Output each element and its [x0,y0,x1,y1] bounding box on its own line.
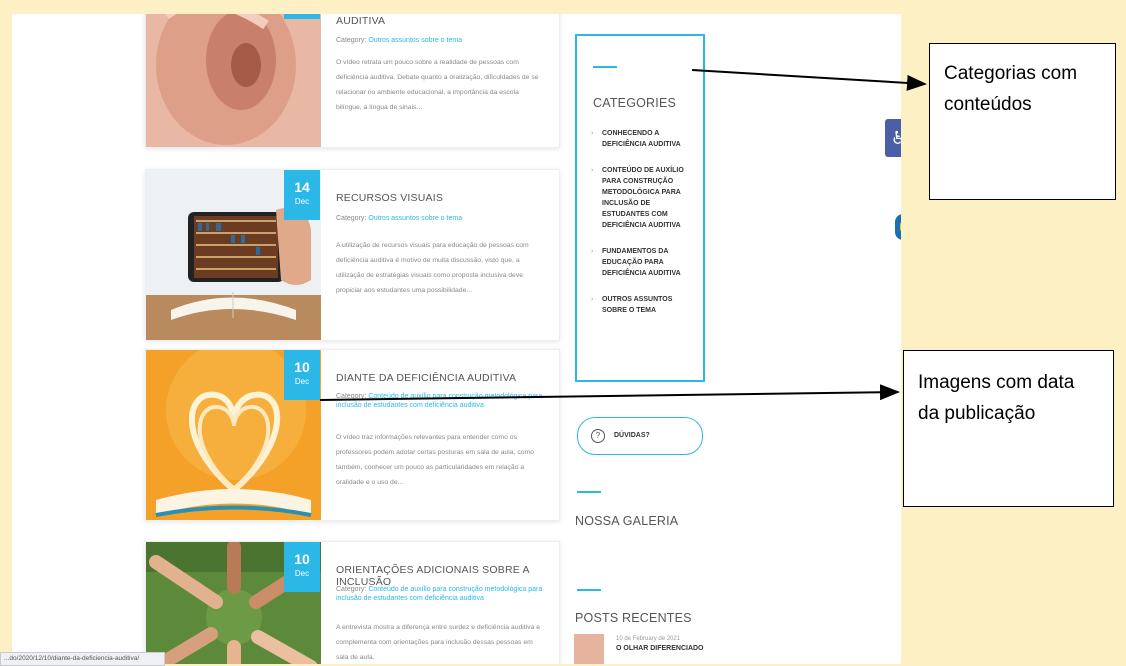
post-excerpt: A utilização de recursos visuais para ed… [336,242,529,294]
annotation-imagens: Imagens com data da publicação [903,350,1114,507]
recent-posts-title: POSTS RECENTES [575,611,692,625]
page: AUDITIVA Category: Outros assuntos sobre… [0,0,1126,666]
duvidas-button[interactable]: ? DÚVIDAS? [577,417,703,455]
hand-libras-icon[interactable]: ✋ [895,214,901,240]
wheelchair-icon[interactable]: ♿ [885,119,901,157]
post-category: Category: Conteúdo de auxílio para const… [336,586,543,602]
post-date-badge: 14 Dec [284,170,320,220]
website-screenshot: AUDITIVA Category: Outros assuntos sobre… [12,14,901,664]
post-card: 14 Dec RECURSOS VISUAIS Category: Outros… [145,169,560,341]
chevron-right-icon: › [591,248,594,255]
category-link[interactable]: › CONTEÚDO DE AUXÍLIO PARA CONSTRUÇÃO MET… [591,165,699,231]
post-title[interactable]: DIANTE DA DEFICIÊNCIA AUDITIVA [336,372,516,384]
post-category-link[interactable]: Outros assuntos sobre o tema [368,37,462,44]
recent-post-date: 10 de February de 2021 [616,636,681,642]
post-excerpt: O vídeo traz informações relevantes para… [336,434,534,486]
post-date-badge [284,14,320,19]
category-link[interactable]: › OUTROS ASSUNTOS SOBRE O TEMA [591,294,699,316]
recent-post-title: O OLHAR DIFERENCIADO [616,645,704,652]
section-accent-line [577,589,601,591]
section-accent-line [577,491,601,493]
post-category-link[interactable]: Outros assuntos sobre o tema [368,215,462,222]
post-date-badge: 10 Dec [284,542,320,592]
recent-post-thumbnail [574,634,604,664]
chevron-right-icon: › [591,130,594,137]
post-thumbnail-ear[interactable] [146,14,321,147]
post-excerpt: A entrevista mostra a diferença entre su… [336,624,541,661]
categories-title: CATEGORIES [593,96,677,110]
post-title[interactable]: AUDITIVA [336,15,385,27]
section-accent-line [593,66,617,68]
post-category: Category: Conteúdo de auxílio para const… [336,393,543,409]
categories-widget: CATEGORIES › CONHECENDO A DEFICIÊNCIA AUD… [575,34,705,382]
post-category: Category: Outros assuntos sobre o tema [336,37,463,44]
post-category: Category: Outros assuntos sobre o tema [336,215,463,222]
post-card: AUDITIVA Category: Outros assuntos sobre… [145,14,560,148]
post-category-link[interactable]: Conteúdo de auxílio para construção meto… [336,586,542,602]
post-title[interactable]: RECURSOS VISUAIS [336,192,443,204]
category-link[interactable]: › FUNDAMENTOS DA EDUCAÇÃO PARA DEFICIÊNCI… [591,246,699,279]
categories-list: › CONHECENDO A DEFICIÊNCIA AUDITIVA › CONT… [591,128,699,331]
post-card: 10 Dec ORIENTAÇÕES ADICIONAIS SOBRE A IN… [145,541,560,664]
post-category-link[interactable]: Conteúdo de auxílio para construção meto… [336,393,542,409]
post-date-badge: 10 Dec [284,350,320,400]
category-link[interactable]: › CONHECENDO A DEFICIÊNCIA AUDITIVA [591,128,699,150]
gallery-title: NOSSA GALERIA [575,514,679,528]
chevron-right-icon: › [591,167,594,174]
question-icon: ? [591,429,605,443]
duvidas-label: DÚVIDAS? [614,432,650,439]
post-card: 10 Dec DIANTE DA DEFICIÊNCIA AUDITIVA Ca… [145,349,560,521]
post-excerpt: O vídeo retrata um pouco sobre a realida… [336,59,539,111]
chevron-right-icon: › [591,296,594,303]
annotation-categorias: Categorias com conteúdos [929,43,1116,200]
